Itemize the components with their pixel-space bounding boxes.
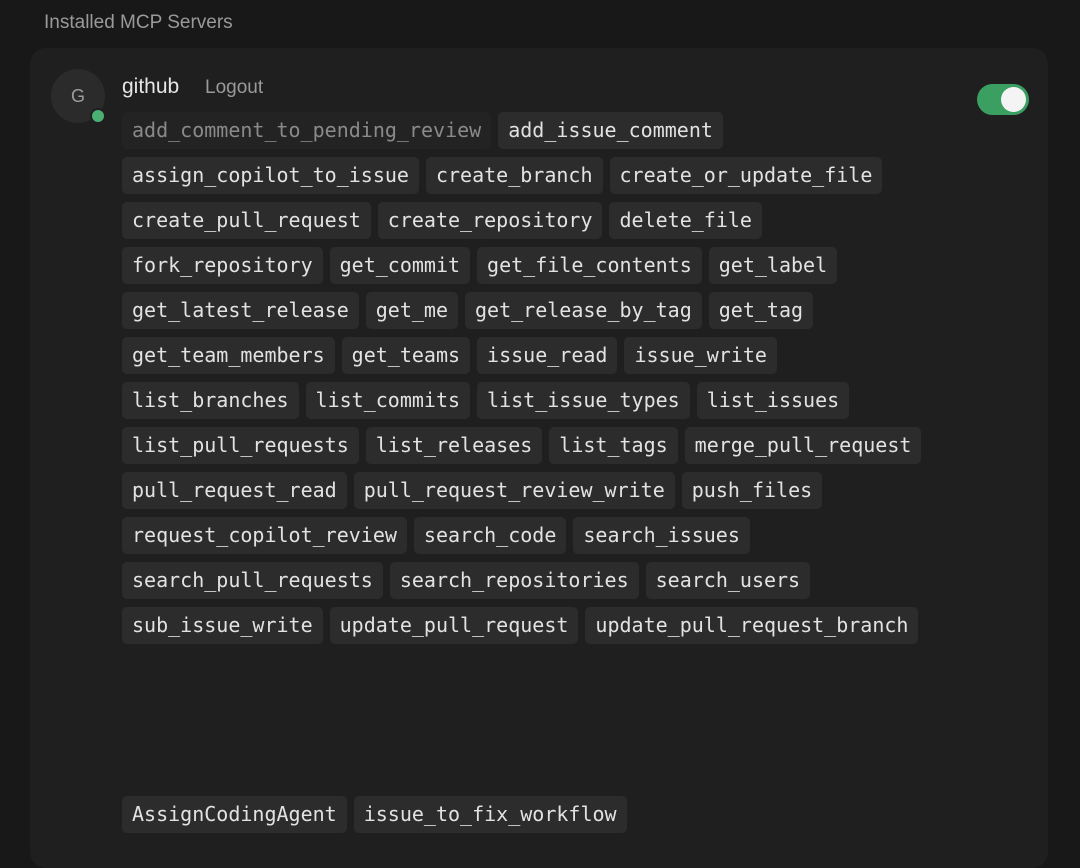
tool-chip[interactable]: delete_file bbox=[609, 202, 762, 239]
tool-chip[interactable]: push_files bbox=[681, 472, 823, 509]
tool-chip[interactable]: request_copilot_review bbox=[122, 517, 407, 554]
tool-chip[interactable]: list_branches bbox=[122, 382, 299, 419]
server-enable-toggle[interactable] bbox=[977, 84, 1029, 115]
tool-chip[interactable]: create_pull_request bbox=[122, 202, 371, 239]
tool-chip[interactable]: create_repository bbox=[377, 202, 603, 239]
tool-chip[interactable]: search_repositories bbox=[389, 562, 639, 599]
extra-tools-list: AssignCodingAgent issue_to_fix_workflow bbox=[122, 796, 942, 833]
server-name: github bbox=[122, 75, 180, 98]
tool-chip[interactable]: list_pull_requests bbox=[122, 427, 359, 464]
tool-chip[interactable]: list_tags bbox=[549, 427, 678, 464]
tool-chip[interactable]: search_code bbox=[413, 517, 567, 554]
tool-chip[interactable]: get_teams bbox=[341, 337, 471, 374]
tool-chip[interactable]: pull_request_read bbox=[122, 472, 347, 509]
tool-chip[interactable]: list_commits bbox=[305, 382, 471, 419]
tool-chip[interactable]: list_releases bbox=[365, 427, 543, 464]
tool-chip[interactable]: get_me bbox=[365, 292, 458, 329]
tool-chip[interactable]: assign_copilot_to_issue bbox=[122, 157, 419, 194]
tool-chip[interactable]: create_branch bbox=[425, 157, 603, 194]
tool-chip[interactable]: update_pull_request_branch bbox=[585, 607, 919, 644]
tool-chip[interactable]: add_issue_comment bbox=[498, 112, 723, 149]
tool-chip[interactable]: pull_request_review_write bbox=[353, 472, 675, 509]
tool-chip[interactable]: AssignCodingAgent bbox=[122, 796, 347, 833]
tool-chip[interactable]: list_issue_types bbox=[477, 382, 690, 419]
tool-chip[interactable]: fork_repository bbox=[122, 247, 323, 284]
tools-list: add_comment_to_pending_review add_issue_c… bbox=[122, 112, 942, 644]
tool-chip[interactable]: search_issues bbox=[573, 517, 750, 554]
toggle-knob bbox=[1001, 87, 1026, 112]
tool-chip[interactable]: get_label bbox=[708, 247, 838, 284]
tool-chip[interactable]: get_commit bbox=[329, 247, 471, 284]
tool-chip[interactable]: issue_to_fix_workflow bbox=[353, 796, 627, 833]
tool-chip[interactable]: add_comment_to_pending_review bbox=[122, 112, 492, 149]
tool-chip[interactable]: list_issues bbox=[696, 382, 850, 419]
tool-chip[interactable]: get_team_members bbox=[122, 337, 335, 374]
tool-chip[interactable]: search_users bbox=[645, 562, 811, 599]
tool-chip[interactable]: sub_issue_write bbox=[122, 607, 323, 644]
tool-chip[interactable]: issue_write bbox=[624, 337, 777, 374]
tool-chip[interactable]: merge_pull_request bbox=[684, 427, 922, 464]
section-title: Installed MCP Servers bbox=[44, 12, 233, 33]
tool-chip[interactable]: update_pull_request bbox=[329, 607, 579, 644]
tool-chip[interactable]: get_tag bbox=[708, 292, 814, 329]
tool-chip[interactable]: issue_read bbox=[477, 337, 618, 374]
tool-chip[interactable]: get_release_by_tag bbox=[465, 292, 702, 329]
server-card-github: G github Logout add_comment_to_pending_r… bbox=[30, 48, 1048, 868]
tool-chip[interactable]: get_file_contents bbox=[477, 247, 702, 284]
tool-chip[interactable]: search_pull_requests bbox=[122, 562, 383, 599]
status-indicator-icon bbox=[90, 108, 106, 124]
tool-chip[interactable]: get_latest_release bbox=[122, 292, 359, 329]
logout-button[interactable]: Logout bbox=[205, 76, 263, 100]
tool-chip[interactable]: create_or_update_file bbox=[609, 157, 883, 194]
